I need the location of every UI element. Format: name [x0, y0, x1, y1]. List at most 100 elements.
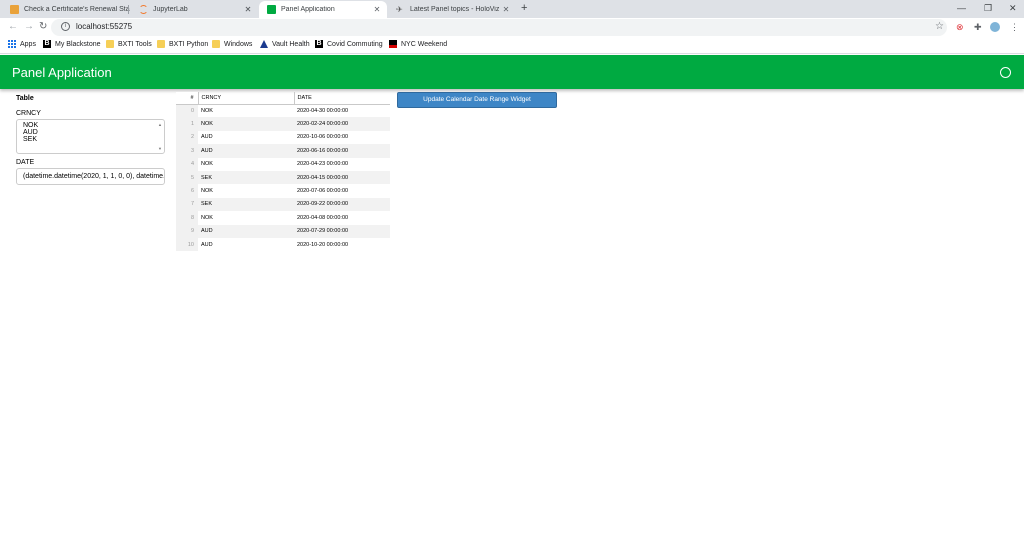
bookmark-vault-health[interactable]: Vault Health	[260, 40, 310, 48]
crncy-cell[interactable]: AUD	[198, 238, 294, 251]
table-row[interactable]: 4 NOK 2020-04-23 00:00:00	[176, 157, 390, 171]
table-row[interactable]: 6 NOK 2020-07-06 00:00:00	[176, 184, 390, 198]
close-icon[interactable]: ✕	[373, 5, 381, 14]
date-cell[interactable]: 2020-06-16 00:00:00	[294, 144, 390, 158]
date-cell[interactable]: 2020-02-24 00:00:00	[294, 117, 390, 131]
url-text: localhost:55275	[76, 22, 133, 31]
reload-icon[interactable]: ↻	[39, 21, 47, 32]
row-index-cell[interactable]: 4	[176, 157, 198, 171]
bookmark-label: BXTI Python	[169, 40, 209, 48]
folder-icon	[106, 40, 114, 48]
date-cell[interactable]: 2020-10-20 00:00:00	[294, 238, 390, 251]
index-column-header[interactable]: #	[176, 92, 198, 105]
table-row[interactable]: 0 NOK 2020-04-30 00:00:00	[176, 104, 390, 118]
tab-separator	[128, 5, 129, 14]
table-row[interactable]: 5 SEK 2020-04-15 00:00:00	[176, 170, 390, 185]
crncy-cell[interactable]: NOK	[198, 104, 294, 117]
bookmark-bxti-tools[interactable]: BXTI Tools	[106, 40, 152, 48]
window-close-icon[interactable]: ✕	[1009, 3, 1017, 14]
date-cell[interactable]: 2020-07-06 00:00:00	[294, 184, 390, 197]
row-index-cell[interactable]: 9	[176, 224, 198, 238]
bookmark-apps[interactable]: Apps	[8, 40, 36, 48]
crncy-cell[interactable]: NOK	[198, 184, 294, 197]
table-row[interactable]: 10 AUD 2020-10-20 00:00:00	[176, 237, 390, 252]
restore-icon[interactable]: ❐	[984, 3, 992, 14]
date-input[interactable]: (datetime.datetime(2020, 1, 1, 0, 0), da…	[16, 168, 165, 185]
crncy-cell[interactable]: AUD	[198, 131, 294, 144]
app-header: Panel Application	[0, 55, 1024, 89]
table-row[interactable]: 7 SEK 2020-09-22 00:00:00	[176, 197, 390, 212]
tab-title: Panel Application	[281, 6, 335, 13]
tab-jupyterlab[interactable]: JupyterLab ✕	[131, 1, 258, 18]
bookmarks-bar: Apps B My Blackstone BXTI Tools BXTI Pyt…	[0, 37, 1024, 54]
bookmark-windows[interactable]: Windows	[212, 40, 252, 48]
extensions-puzzle-icon[interactable]: ✚	[974, 22, 982, 33]
data-table: # CRNCY DATE 0 NOK 2020-04-30 00:00:00 1 NOK…	[176, 92, 390, 252]
row-index-cell[interactable]: 1	[176, 117, 198, 131]
crncy-cell[interactable]: AUD	[198, 144, 294, 158]
bookmark-bxti-python[interactable]: BXTI Python	[157, 40, 208, 48]
table-row[interactable]: 2 AUD 2020-10-06 00:00:00	[176, 130, 390, 145]
blackstone-logo-icon: B	[315, 40, 323, 48]
folder-icon	[157, 40, 165, 48]
row-index-cell[interactable]: 7	[176, 197, 198, 212]
holoviz-icon: ✈	[396, 5, 403, 14]
bookmark-my-blackstone[interactable]: B My Blackstone	[43, 40, 101, 48]
crncy-option[interactable]: NOK	[23, 122, 164, 129]
table-row[interactable]: 3 AUD 2020-06-16 00:00:00	[176, 144, 390, 158]
blackstone-logo-icon: B	[43, 40, 51, 48]
table-row[interactable]: 1 NOK 2020-02-24 00:00:00	[176, 117, 390, 131]
row-index-cell[interactable]: 0	[176, 104, 198, 118]
bookmark-covid-commuting[interactable]: B Covid Commuting	[315, 40, 383, 48]
new-tab-button[interactable]: +	[521, 2, 527, 14]
row-index-cell[interactable]: 3	[176, 144, 198, 158]
date-column-header[interactable]: DATE	[293, 92, 390, 105]
date-cell[interactable]: 2020-04-15 00:00:00	[294, 170, 390, 185]
table-row[interactable]: 8 NOK 2020-04-08 00:00:00	[176, 211, 390, 225]
crncy-multiselect[interactable]: NOK AUD SEK ▲ ▼	[16, 119, 165, 154]
row-index-cell[interactable]: 6	[176, 184, 198, 198]
close-icon[interactable]: ✕	[502, 5, 510, 14]
date-cell[interactable]: 2020-04-30 00:00:00	[294, 104, 390, 117]
extension-icon[interactable]: ⊗	[956, 22, 964, 33]
bookmark-label: BXTI Tools	[118, 40, 152, 48]
crncy-cell[interactable]: AUD	[198, 224, 294, 238]
profile-avatar[interactable]	[990, 22, 1000, 32]
date-cell[interactable]: 2020-04-23 00:00:00	[294, 158, 390, 171]
date-cell[interactable]: 2020-04-08 00:00:00	[294, 211, 390, 224]
close-icon[interactable]: ✕	[244, 5, 252, 14]
crncy-column-header[interactable]: CRNCY	[197, 92, 294, 105]
tab-holoviz-discourse[interactable]: ✈ Latest Panel topics - HoloViz Dis ✕	[388, 1, 516, 18]
crncy-cell[interactable]: NOK	[198, 158, 294, 171]
row-index-cell[interactable]: 2	[176, 130, 198, 145]
bookmark-label: NYC Weekend	[401, 40, 448, 48]
address-bar[interactable]: i localhost:55275 ☆	[51, 19, 947, 36]
update-calendar-button[interactable]: Update Calendar Date Range Widget	[397, 92, 557, 108]
scroll-down-icon[interactable]: ▼	[158, 146, 162, 151]
crncy-cell[interactable]: SEK	[198, 170, 294, 185]
scroll-up-icon[interactable]: ▲	[158, 122, 162, 127]
panel-icon	[267, 5, 276, 14]
site-info-icon[interactable]: i	[61, 22, 70, 31]
crncy-option[interactable]: AUD	[23, 129, 164, 136]
crncy-option[interactable]: SEK	[23, 136, 164, 143]
date-cell[interactable]: 2020-10-06 00:00:00	[294, 131, 390, 144]
row-index-cell[interactable]: 10	[176, 237, 198, 252]
forward-icon[interactable]: →	[24, 21, 34, 32]
table-row[interactable]: 9 AUD 2020-07-29 00:00:00	[176, 224, 390, 238]
tab-title: JupyterLab	[153, 6, 188, 13]
crncy-cell[interactable]: SEK	[198, 197, 294, 212]
bookmark-star-icon[interactable]: ☆	[935, 21, 944, 32]
crncy-cell[interactable]: NOK	[198, 117, 294, 131]
menu-kebab-icon[interactable]: ⋮	[1010, 22, 1019, 33]
row-index-cell[interactable]: 8	[176, 211, 198, 225]
tab-panel-application[interactable]: Panel Application ✕	[259, 1, 387, 18]
back-icon[interactable]: ←	[8, 21, 18, 32]
bookmark-nyc-weekend[interactable]: NYC Weekend	[389, 40, 447, 48]
multiselect-scrollbar[interactable]: ▲ ▼	[157, 121, 163, 152]
row-index-cell[interactable]: 5	[176, 170, 198, 185]
date-cell[interactable]: 2020-09-22 00:00:00	[294, 197, 390, 212]
crncy-cell[interactable]: NOK	[198, 211, 294, 224]
date-cell[interactable]: 2020-07-29 00:00:00	[294, 224, 390, 238]
minimize-icon[interactable]: —	[957, 3, 966, 13]
